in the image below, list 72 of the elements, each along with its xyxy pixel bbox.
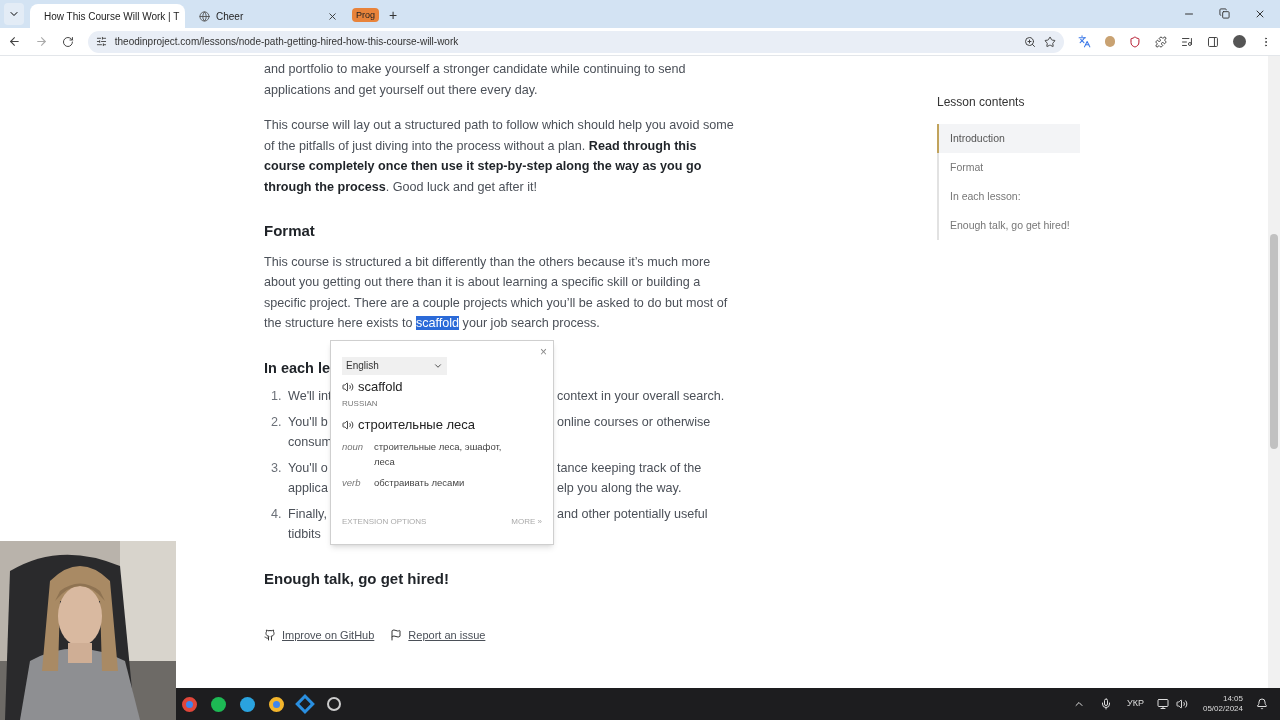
list-item-text: Finally, [288, 506, 327, 521]
close-button[interactable]: × [540, 342, 547, 363]
bookmark-star-icon[interactable] [1043, 35, 1056, 48]
address-bar[interactable]: theodinproject.com/lessons/node-path-getting-hired-how-this-course-will-work [87, 30, 1064, 53]
tab-title: How This Course Will Work | T [44, 9, 180, 24]
side-panel-icon[interactable] [1207, 35, 1220, 48]
paragraph: This course is structured a bit differently than the others because it’s much more about you getting out there than it is about learning a specific skill or building a specific project. There are a couple projects which you’ll be asked to do but most of the structure here exists to scaffold your job search process. [264, 253, 729, 332]
avatar[interactable] [1233, 35, 1247, 48]
part-of-speech: noun [342, 440, 365, 454]
translate-icon[interactable] [1077, 35, 1091, 48]
speaker-icon[interactable] [342, 419, 354, 431]
list-item-text: tidbits [288, 527, 321, 541]
language-select[interactable]: English [342, 357, 447, 375]
clock[interactable]: 14:05 05/02/2024 [1202, 694, 1243, 714]
source-word: scaffold [358, 379, 403, 395]
lesson-contents-title: Lesson contents [937, 94, 1026, 110]
back-icon[interactable] [8, 35, 21, 48]
close-icon[interactable] [327, 10, 338, 22]
new-tab-button[interactable]: + [389, 7, 398, 23]
restore-icon[interactable] [1219, 8, 1230, 19]
shield-icon[interactable] [1129, 35, 1142, 48]
translation: строительные леса [358, 417, 476, 433]
list-item-text: applica [288, 481, 328, 495]
microphone-icon[interactable] [1100, 698, 1112, 710]
flag-icon [390, 629, 403, 642]
lesson-nav-item[interactable]: Format [939, 153, 1080, 182]
browser-tab[interactable]: How This Course Will Work | T [30, 4, 185, 28]
chevron-down-icon [433, 361, 443, 371]
meaning-text: обстраивать лесами [374, 476, 466, 490]
network-icon[interactable] [1156, 698, 1169, 710]
site-info-icon[interactable] [95, 36, 107, 47]
speaker-icon[interactable] [342, 381, 354, 393]
list-item-text: You'll o [288, 460, 328, 475]
keyboard-language[interactable]: УКР [1127, 697, 1144, 711]
paragraph: This course will lay out a structured path to follow which should help you avoid some of the pitfalls of just diving into the process without a plan. Read through this course completely once then use it step-by-step along the way as you go through the process. Good luck and get after it! [264, 117, 735, 196]
github-icon [264, 629, 276, 642]
close-icon[interactable] [1254, 8, 1266, 20]
list-number: 3. [270, 459, 283, 477]
list-item-text: tance keeping track of the [557, 459, 702, 477]
list-item-text: online courses or otherwise [557, 413, 711, 431]
lesson-nav-item[interactable]: Enough talk, go get hired! [939, 211, 1080, 240]
list-number: 1. [270, 388, 283, 405]
tab-title: Cheer [216, 9, 245, 24]
reload-icon[interactable] [61, 35, 74, 48]
part-of-speech: verb [342, 476, 362, 490]
list-item-text: and other potentially useful [557, 505, 708, 523]
list-item-text: You'll b [288, 414, 328, 429]
lesson-nav-item[interactable]: Introduction [937, 124, 1080, 153]
list-number: 2. [270, 413, 283, 431]
scrollbar[interactable] [1268, 56, 1280, 688]
report-link[interactable]: Report an issue [408, 625, 486, 646]
media-icon[interactable] [1181, 35, 1194, 48]
paragraph: and portfolio to make yourself a stronger candidate while continuing to send applications and get yourself out there every day. [264, 61, 687, 99]
url-text: theodinproject.com/lessons/node-path-getting-hired-how-this-course-will-work [114, 35, 460, 49]
meaning-text: строительные леса, эшафот, леса [374, 440, 503, 469]
section-heading: Enough talk, go get hired! [264, 568, 450, 589]
section-heading: In each le [264, 358, 331, 378]
tab-group-label[interactable]: Prog [352, 8, 379, 22]
list-number: 4. [270, 505, 283, 523]
lesson-nav-item[interactable]: In each lesson: [939, 182, 1080, 211]
zoom-icon[interactable] [1023, 35, 1036, 48]
favicon-icon [199, 10, 210, 22]
section-heading: Format [264, 221, 316, 241]
list-item-text: context in your overall search. [557, 388, 725, 405]
volume-icon[interactable] [1175, 698, 1188, 710]
target-language: RUSSIAN [342, 399, 379, 409]
tab-search-button[interactable] [4, 3, 24, 25]
notification-icon[interactable] [1256, 698, 1268, 710]
browser-tab[interactable]: Cheer [191, 4, 346, 28]
list-item-text: elp you along the way. [557, 480, 682, 497]
github-link[interactable]: Improve on GitHub [282, 625, 375, 646]
extensions-icon[interactable] [1155, 35, 1168, 48]
